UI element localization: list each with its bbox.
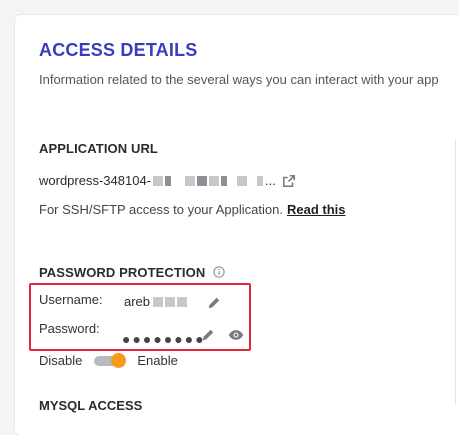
toggle-knob: [111, 352, 127, 368]
redacted-username-part: [153, 296, 164, 307]
password-value: ●●●●●●●●: [122, 331, 206, 347]
ssh-info-row: For SSH/SFTP access to your Application.…: [39, 202, 346, 217]
redacted-username-part: [177, 296, 188, 307]
mysql-access-title: MYSQL ACCESS: [39, 398, 143, 413]
username-value-row: areb: [124, 294, 188, 309]
show-password-eye-icon[interactable]: [228, 328, 244, 342]
redacted-url-part: [237, 175, 248, 186]
redacted-url-part: [221, 175, 228, 186]
section-title: ACCESS DETAILS: [39, 40, 198, 60]
external-link-icon[interactable]: [282, 174, 296, 188]
edit-password-pencil-icon[interactable]: [201, 328, 215, 342]
password-protection-title-row: PASSWORD PROTECTION: [39, 265, 225, 280]
column-divider: [455, 140, 456, 405]
password-label: Password:: [39, 321, 100, 336]
ssh-info-text: For SSH/SFTP access to your Application.: [39, 202, 283, 217]
redacted-url-part: [209, 175, 220, 186]
redacted-url-part: [165, 175, 172, 186]
password-protection-toggle[interactable]: [94, 352, 127, 368]
redacted-url-part: [153, 175, 164, 186]
section-description: Information related to the several ways …: [39, 72, 439, 87]
redacted-url-part: [185, 175, 196, 186]
password-protection-title: PASSWORD PROTECTION: [39, 265, 206, 280]
application-url-row: wordpress-348104- ...: [39, 173, 296, 188]
url-ellipsis: ...: [265, 173, 276, 188]
username-value: areb: [124, 294, 151, 309]
edit-username-pencil-icon[interactable]: [207, 296, 221, 310]
disable-label: Disable: [39, 353, 83, 368]
enable-label: Enable: [137, 353, 178, 368]
redacted-url-part: [197, 175, 208, 186]
username-label: Username:: [39, 292, 103, 307]
read-this-link[interactable]: Read this: [287, 202, 346, 217]
password-value-row: ●●●●●●●●: [122, 331, 206, 347]
redacted-username-part: [165, 296, 176, 307]
application-url-title: APPLICATION URL: [39, 141, 158, 156]
info-icon[interactable]: [213, 266, 225, 278]
application-url-link[interactable]: wordpress-348104-: [39, 173, 151, 188]
password-protection-toggle-row: Disable Enable: [39, 352, 178, 368]
redacted-url-part: [257, 175, 264, 186]
